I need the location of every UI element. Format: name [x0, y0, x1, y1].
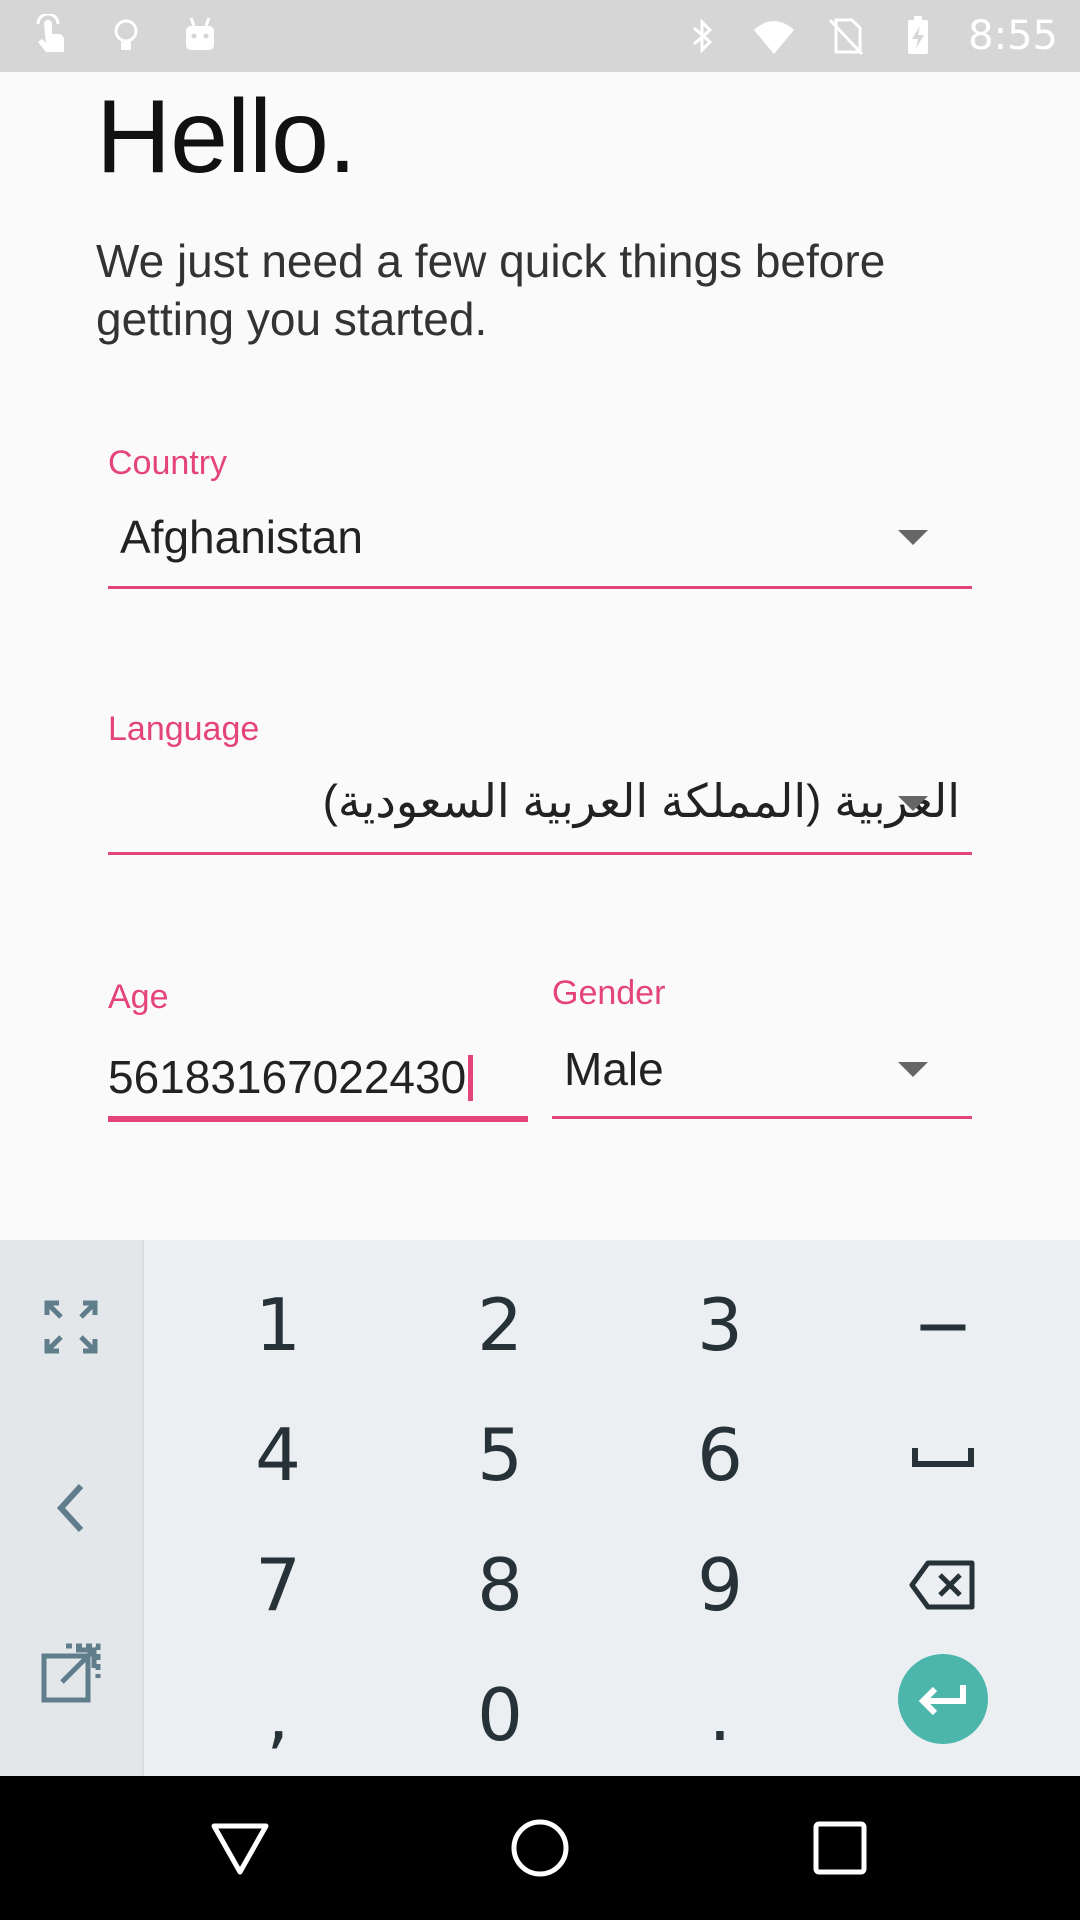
battery-charging-icon	[896, 14, 940, 58]
language-underline	[108, 852, 972, 855]
key-comma[interactable]: ,	[168, 1650, 388, 1780]
status-left-icons	[30, 10, 222, 62]
gender-dropdown[interactable]: Male	[552, 1032, 972, 1122]
country-value: Afghanistan	[120, 511, 363, 563]
text-cursor	[468, 1055, 474, 1101]
touch-icon	[30, 14, 74, 58]
language-label: Language	[108, 710, 260, 748]
fullscreen-icon[interactable]	[0, 1262, 142, 1392]
status-bar: 8:55	[0, 0, 1080, 72]
key-4[interactable]: 4	[168, 1390, 388, 1520]
home-icon[interactable]	[504, 1812, 576, 1884]
wifi-icon	[752, 14, 796, 58]
gender-value: Male	[564, 1043, 664, 1095]
gender-underline	[552, 1116, 972, 1119]
backspace-icon	[909, 1560, 975, 1610]
key-5[interactable]: 5	[390, 1390, 610, 1520]
page-subtitle: We just need a few quick things before g…	[96, 235, 886, 345]
key-6[interactable]: 6	[610, 1390, 830, 1520]
back-chevron-icon[interactable]	[0, 1443, 142, 1573]
lightbulb-icon	[104, 14, 148, 58]
country-label: Country	[108, 444, 228, 482]
bluetooth-icon	[680, 14, 724, 58]
country-underline	[108, 586, 972, 589]
enter-key[interactable]	[898, 1654, 988, 1744]
space-key[interactable]	[833, 1390, 1053, 1520]
key-8[interactable]: 8	[390, 1520, 610, 1650]
keyboard-side-panel	[0, 1240, 144, 1776]
key-minus[interactable]: −	[833, 1260, 1053, 1390]
back-icon[interactable]	[204, 1812, 276, 1884]
key-1[interactable]: 1	[168, 1260, 388, 1390]
page-title: Hello.	[96, 79, 357, 195]
android-icon	[178, 14, 222, 58]
key-2[interactable]: 2	[390, 1260, 610, 1390]
key-7[interactable]: 7	[168, 1520, 388, 1650]
navigation-bar	[0, 1776, 1080, 1920]
dropdown-arrow-icon	[898, 530, 928, 545]
numeric-keyboard: 1 2 3 − 4 5 6 7 8 9 , 0 .	[0, 1240, 1080, 1776]
age-value: 56183167022430	[108, 1051, 467, 1103]
enter-icon	[918, 1685, 966, 1716]
dropdown-arrow-icon	[898, 796, 928, 811]
age-label: Age	[108, 978, 169, 1016]
age-input[interactable]: 56183167022430	[108, 1040, 528, 1122]
status-right-icons: 8:55	[680, 10, 1058, 62]
no-sim-icon	[824, 14, 868, 58]
status-time: 8:55	[968, 13, 1058, 59]
space-icon	[912, 1448, 974, 1467]
language-dropdown[interactable]: العربية (المملكة العربية السعودية)	[108, 764, 972, 856]
language-value: العربية (المملكة العربية السعودية)	[322, 775, 960, 827]
key-9[interactable]: 9	[610, 1520, 830, 1650]
key-3[interactable]: 3	[610, 1260, 830, 1390]
age-underline	[108, 1116, 528, 1122]
gender-label: Gender	[552, 974, 666, 1012]
recents-icon[interactable]	[804, 1812, 876, 1884]
external-link-icon[interactable]	[0, 1608, 142, 1738]
dropdown-arrow-icon	[898, 1062, 928, 1077]
key-0[interactable]: 0	[390, 1650, 610, 1780]
backspace-key[interactable]	[833, 1520, 1053, 1650]
key-period[interactable]: .	[610, 1650, 830, 1780]
country-dropdown[interactable]: Afghanistan	[108, 500, 972, 590]
